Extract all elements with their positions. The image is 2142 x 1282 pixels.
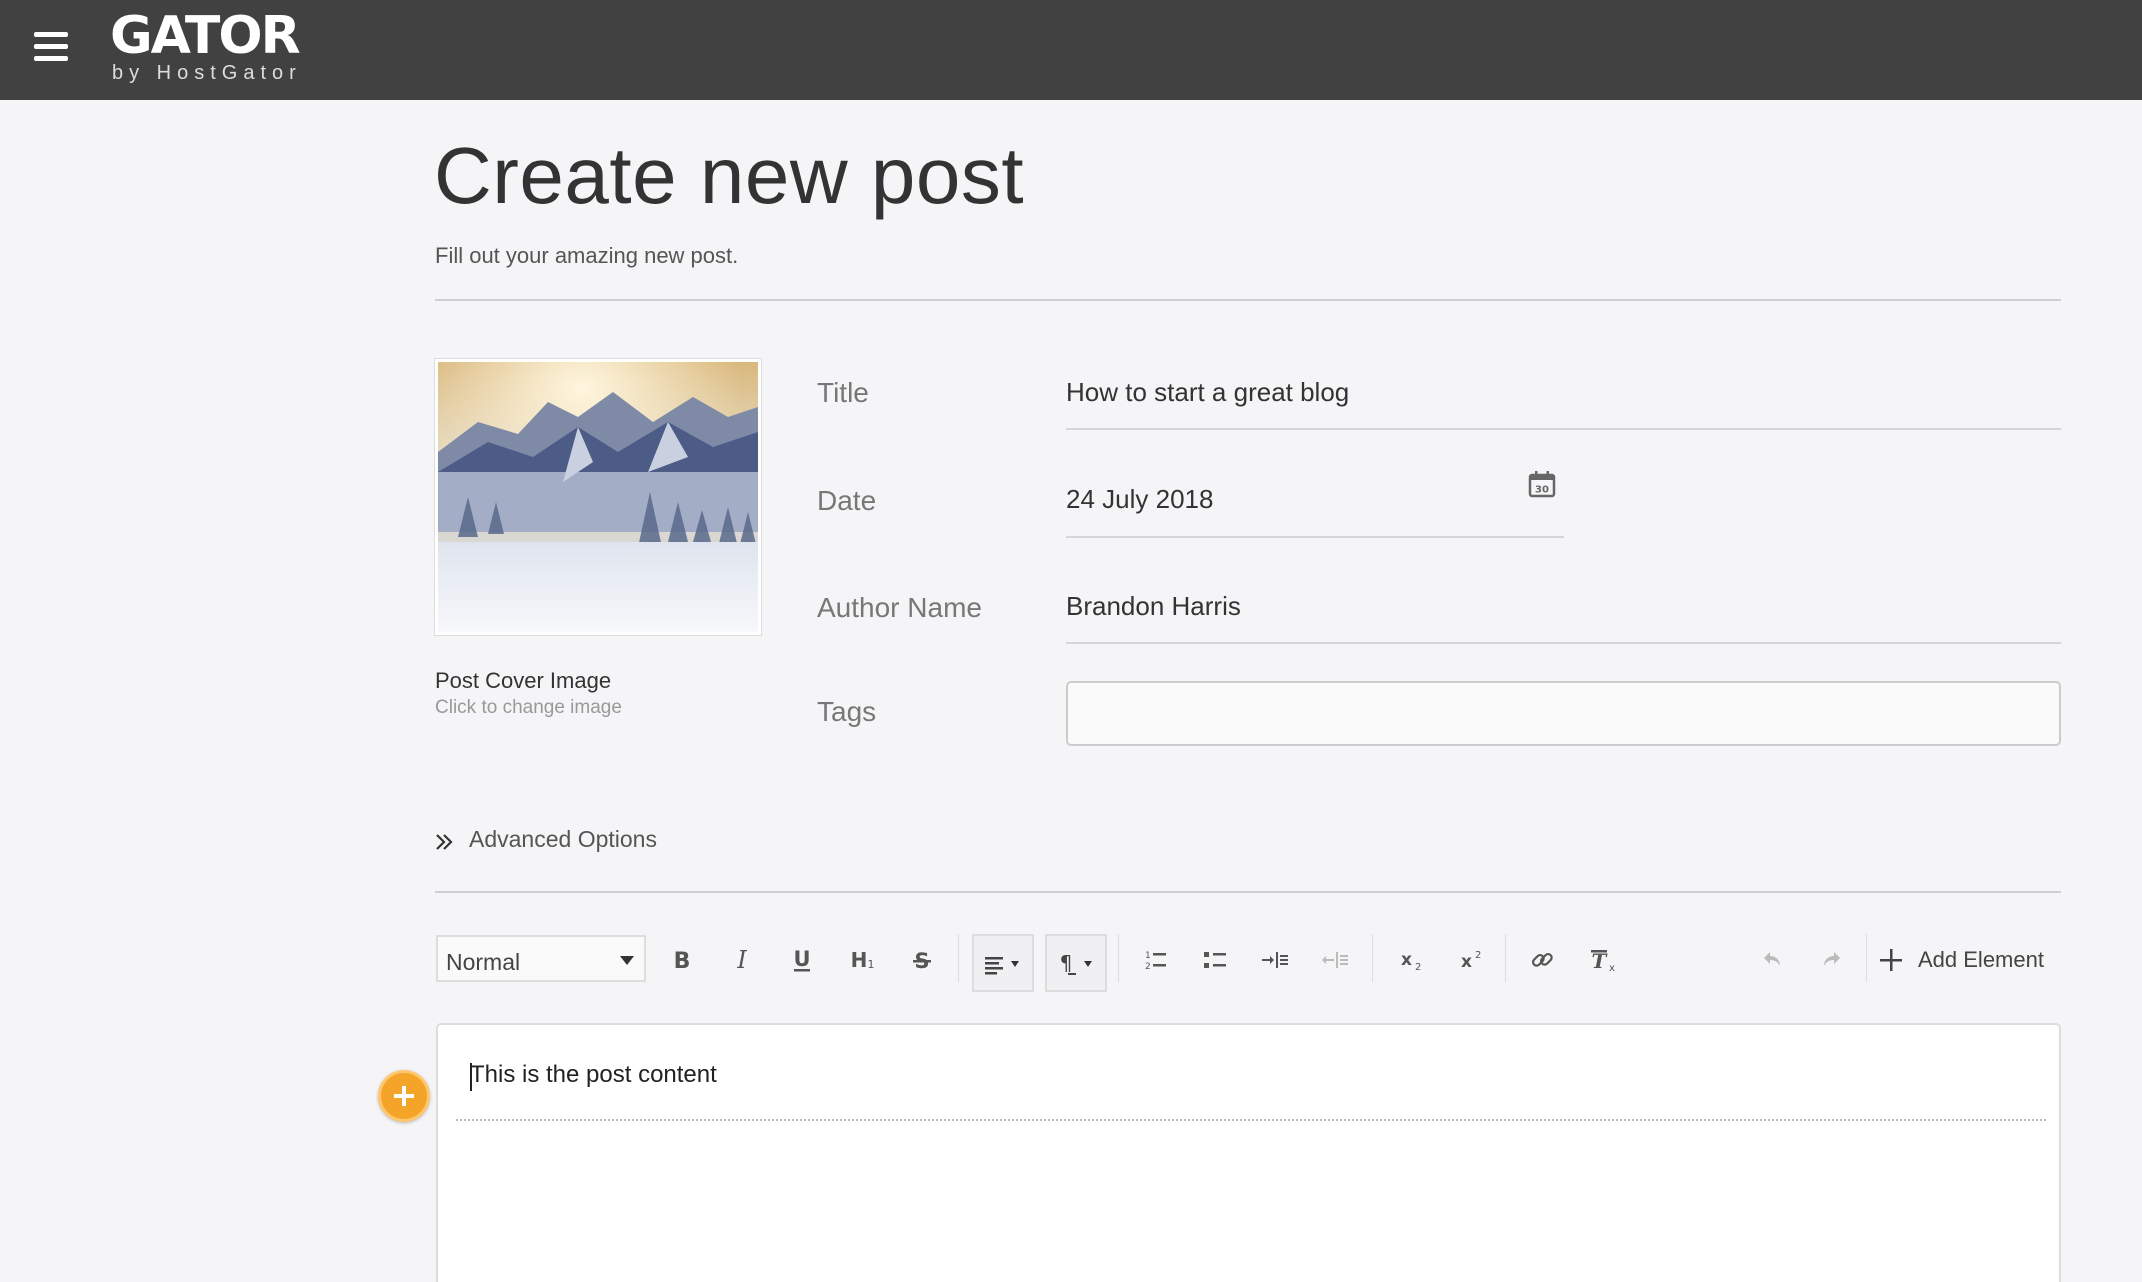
svg-text:¶: ¶ — [1060, 951, 1073, 975]
strikethrough-icon[interactable]: S — [902, 940, 942, 980]
date-input[interactable]: 24 July 2018 — [1066, 484, 1213, 515]
link-icon[interactable] — [1522, 940, 1562, 980]
direction-select[interactable]: ¶ — [1045, 934, 1107, 992]
divider — [435, 299, 2061, 301]
page-subtitle: Fill out your amazing new post. — [435, 243, 739, 268]
unordered-list-icon[interactable] — [1195, 940, 1235, 980]
svg-text:x: x — [1461, 952, 1472, 972]
superscript-icon[interactable]: x2 — [1453, 940, 1493, 980]
underline-icon[interactable]: U — [782, 940, 822, 980]
bold-icon[interactable]: B — [662, 940, 702, 980]
author-input[interactable]: Brandon Harris — [1066, 591, 1241, 622]
title-underline — [1066, 428, 2061, 430]
divider — [435, 891, 2061, 893]
plus-icon — [1880, 949, 1902, 971]
redo-icon[interactable] — [1812, 940, 1852, 980]
svg-text:T: T — [1592, 949, 1609, 973]
heading-icon[interactable]: H1 — [842, 940, 882, 980]
ordered-list-icon[interactable]: 12 — [1135, 940, 1175, 980]
align-left-icon — [985, 957, 1019, 975]
outdent-icon[interactable] — [1315, 940, 1355, 980]
format-select-value: Normal — [446, 949, 521, 975]
svg-text:H: H — [851, 948, 868, 972]
top-bar: GATOR by HostGator — [0, 0, 2142, 100]
svg-text:1: 1 — [1145, 951, 1151, 961]
page-title: Create new post — [434, 131, 1025, 220]
logo[interactable]: GATOR by HostGator — [110, 8, 302, 85]
calendar-day-text: 30 — [1535, 485, 1549, 496]
calendar-icon[interactable]: 30 — [1528, 470, 1556, 498]
advanced-options-toggle[interactable]: Advanced Options — [435, 826, 657, 853]
svg-text:B: B — [674, 949, 691, 972]
title-input[interactable]: How to start a great blog — [1066, 377, 1349, 408]
content-editor[interactable]: This is the post content — [436, 1023, 2061, 1282]
svg-text:x: x — [1609, 963, 1615, 973]
cover-image[interactable] — [435, 359, 761, 635]
svg-text:I: I — [736, 948, 747, 972]
add-element-button[interactable]: Add Element — [1878, 940, 2044, 980]
italic-icon[interactable]: I — [722, 940, 762, 980]
text-caret — [470, 1063, 472, 1091]
author-underline — [1066, 642, 2061, 644]
add-element-label: Add Element — [1918, 947, 2044, 972]
logo-main-text: GATOR — [110, 6, 301, 66]
date-underline — [1066, 536, 1564, 538]
cover-image-label: Post Cover Image — [435, 668, 612, 693]
date-label: Date — [817, 485, 877, 516]
tags-label: Tags — [817, 696, 877, 727]
logo-sub-text: by HostGator — [112, 62, 302, 84]
undo-icon[interactable] — [1752, 940, 1792, 980]
svg-text:U: U — [793, 947, 810, 971]
svg-text:2: 2 — [1415, 962, 1421, 972]
svg-text:2: 2 — [1145, 962, 1151, 972]
format-select[interactable]: Normal — [436, 935, 646, 982]
advanced-options-label: Advanced Options — [469, 826, 657, 852]
insert-block-button[interactable] — [378, 1070, 430, 1122]
svg-text:x: x — [1401, 950, 1412, 970]
caret-down-icon — [620, 956, 634, 965]
indent-icon[interactable] — [1255, 940, 1295, 980]
title-label: Title — [817, 377, 869, 408]
svg-text:2: 2 — [1475, 950, 1481, 961]
clear-format-icon[interactable]: Tx — [1582, 940, 1622, 980]
subscript-icon[interactable]: x2 — [1393, 940, 1433, 980]
cover-image-hint[interactable]: Click to change image — [435, 697, 622, 719]
paragraph-direction-icon: ¶ — [1060, 951, 1092, 975]
plus-icon — [394, 1086, 414, 1106]
tags-input[interactable] — [1066, 681, 2061, 746]
align-select[interactable] — [972, 934, 1034, 992]
author-label: Author Name — [817, 592, 982, 623]
menu-icon[interactable] — [34, 32, 70, 64]
svg-text:1: 1 — [868, 958, 875, 971]
editor-content-text[interactable]: This is the post content — [470, 1061, 717, 1089]
double-chevron-right-icon — [436, 833, 453, 850]
